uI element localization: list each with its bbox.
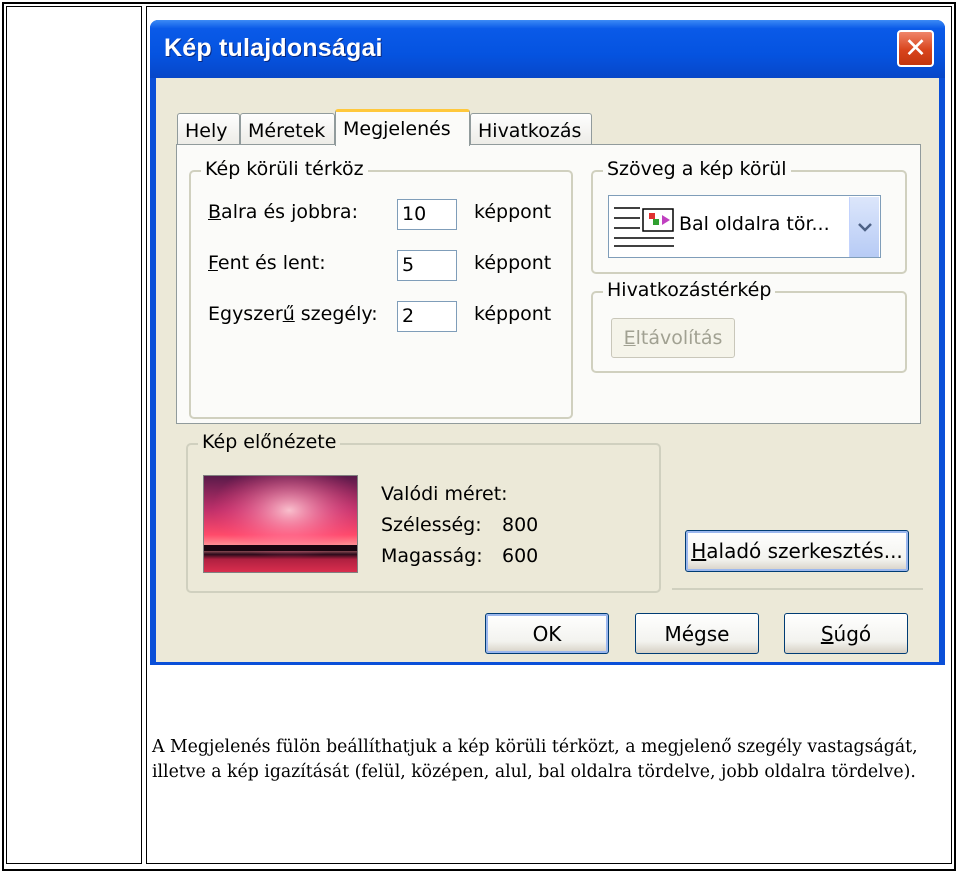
height-label: Magasság: [381,545,483,567]
separator-line [672,588,923,590]
text-wrap-select[interactable]: Bal oldalra tör... [608,195,881,258]
close-icon: ✕ [904,33,927,64]
tab-appearance[interactable]: Megjelenés [335,109,470,146]
border-input[interactable]: 2 [397,301,457,332]
horizontal-spacing-label: Balra és jobbra: [208,201,358,223]
imagemap-group-title: Hivatkozástérkép [603,279,776,301]
image-properties-dialog: Kép tulajdonságai ✕ Hely Méretek Megjele… [150,20,945,665]
close-button[interactable]: ✕ [897,30,934,67]
tab-location[interactable]: Hely [177,113,240,146]
sunset-image [204,476,357,572]
vertical-spacing-label: Fent és lent: [208,252,326,274]
height-value: 600 [502,545,539,567]
border-unit: képpont [474,303,552,325]
tab-panel-appearance: Kép körüli térköz Balra és jobbra: 10 ké… [176,144,921,424]
spacing-group-title: Kép körüli térköz [201,158,368,180]
image-preview [203,475,358,573]
wrap-left-icon [614,207,674,247]
dropdown-arrow-icon[interactable] [849,197,879,257]
caption-text: A Megjelenés fülön beállíthatjuk a kép k… [152,737,918,782]
preview-group-title: Kép előnézete [198,431,341,453]
title-bar[interactable]: Kép tulajdonságai ✕ [150,20,945,78]
actual-size-label: Valódi méret: [381,483,508,505]
help-button[interactable]: Súgó [784,613,908,654]
tab-link[interactable]: Hivatkozás [470,113,592,146]
text-wrap-group-title: Szöveg a kép körül [603,158,791,180]
width-value: 800 [502,514,539,536]
text-wrap-selected-value: Bal oldalra tör... [679,213,830,235]
ok-button[interactable]: OK [485,613,609,654]
spacing-groupbox: Kép körüli térköz Balra és jobbra: 10 ké… [189,158,573,419]
tab-dimensions[interactable]: Méretek [240,113,335,146]
dialog-client-area: Hely Méretek Megjelenés Hivatkozás Kép k… [156,78,939,662]
remove-imagemap-button[interactable]: Eltávolítás [611,318,735,358]
dialog-title: Kép tulajdonságai [164,34,383,62]
vertical-spacing-unit: képpont [474,252,552,274]
vertical-spacing-input[interactable]: 5 [397,250,457,281]
cancel-button[interactable]: Mégse [635,613,759,654]
border-label: Egyszerű szegély: [208,303,378,325]
table-cell-left [6,6,142,864]
horizontal-spacing-input[interactable]: 10 [397,199,457,230]
advanced-edit-button[interactable]: Haladó szerkesztés... [685,530,909,572]
width-label: Szélesség: [381,514,482,536]
horizontal-spacing-unit: képpont [474,201,552,223]
